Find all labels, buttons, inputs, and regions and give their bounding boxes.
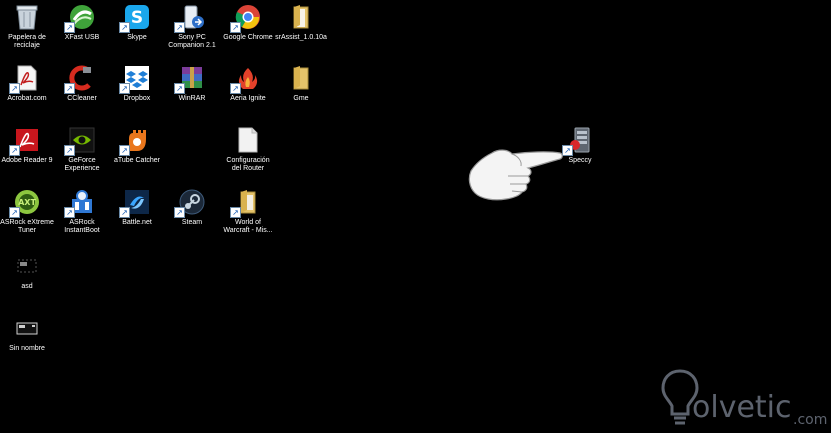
sony-pc-companion-shortcut[interactable]: ↗ Sony PC Companion 2.1 bbox=[161, 3, 223, 50]
steam-label: Steam bbox=[181, 219, 203, 226]
asrock-tuner-icon: AXT ↗ bbox=[9, 188, 42, 218]
shortcut-arrow-icon: ↗ bbox=[64, 145, 75, 156]
atube-catcher-label: aTube Catcher bbox=[113, 157, 161, 164]
shortcut-arrow-icon: ↗ bbox=[174, 22, 185, 33]
shortcut-arrow-icon: ↗ bbox=[230, 207, 241, 218]
desktop: Papelera de reciclaje ↗ XFast USB S ↗ Sk… bbox=[0, 0, 831, 433]
sin-nombre-label: Sin nombre bbox=[9, 345, 45, 352]
watermark-brand: olvetic bbox=[692, 390, 792, 425]
pointing-hand-icon bbox=[468, 147, 564, 208]
recycle-bin-icon bbox=[12, 3, 42, 31]
battlenet-icon: ↗ bbox=[119, 188, 152, 218]
atube-catcher-icon: ↗ bbox=[119, 126, 152, 156]
winrar-shortcut[interactable]: ↗ WinRAR bbox=[161, 64, 223, 103]
acrobat-com-icon: ↗ bbox=[9, 64, 42, 94]
shortcut-arrow-icon: ↗ bbox=[119, 145, 130, 156]
window-file-icon bbox=[12, 314, 42, 342]
shortcut-arrow-icon: ↗ bbox=[9, 207, 20, 218]
chrome-icon: ↗ bbox=[230, 3, 263, 33]
shortcut-arrow-icon: ↗ bbox=[64, 207, 75, 218]
shortcut-arrow-icon: ↗ bbox=[174, 83, 185, 94]
gme-folder[interactable]: Gme bbox=[270, 64, 332, 103]
dropbox-shortcut[interactable]: ↗ Dropbox bbox=[106, 64, 168, 103]
xfast-usb-shortcut[interactable]: ↗ XFast USB bbox=[51, 3, 113, 42]
asrock-instantboot-shortcut[interactable]: ↗ ASRock InstantBoot bbox=[51, 188, 113, 235]
winrar-icon: ↗ bbox=[174, 64, 207, 94]
document-icon bbox=[233, 126, 263, 154]
steam-icon: ↗ bbox=[174, 188, 207, 218]
sony-pc-companion-icon: ↗ bbox=[174, 3, 207, 33]
config-router-file[interactable]: Configuración del Router bbox=[217, 126, 279, 173]
svg-text:AXT: AXT bbox=[18, 198, 36, 207]
steam-shortcut[interactable]: ↗ Steam bbox=[161, 188, 223, 227]
watermark-domain: .com bbox=[793, 412, 828, 428]
asd-label: asd bbox=[21, 283, 33, 290]
wow-label: World of Warcraft - Mis... bbox=[223, 219, 273, 234]
geforce-icon: ↗ bbox=[64, 126, 97, 156]
shortcut-arrow-icon: ↗ bbox=[119, 22, 130, 33]
winrar-label: WinRAR bbox=[178, 95, 206, 102]
recycle-bin-shortcut[interactable]: Papelera de reciclaje bbox=[0, 3, 58, 50]
battlenet-shortcut[interactable]: ↗ Battle.net bbox=[106, 188, 168, 227]
sony-pc-companion-label: Sony PC Companion 2.1 bbox=[168, 34, 216, 49]
shortcut-arrow-icon: ↗ bbox=[119, 207, 130, 218]
skype-icon: S ↗ bbox=[119, 3, 152, 33]
config-router-label: Configuración del Router bbox=[226, 157, 270, 172]
geforce-experience-shortcut[interactable]: ↗ GeForce Experience bbox=[51, 126, 113, 173]
svg-text:S: S bbox=[131, 8, 143, 28]
ccleaner-shortcut[interactable]: ↗ CCleaner bbox=[51, 64, 113, 103]
folder-icon bbox=[286, 64, 316, 92]
shortcut-arrow-icon: ↗ bbox=[9, 83, 20, 94]
wow-shortcut[interactable]: ↗ World of Warcraft - Mis... bbox=[217, 188, 279, 235]
xfast-usb-icon: ↗ bbox=[64, 3, 97, 33]
ccleaner-icon: ↗ bbox=[64, 64, 97, 94]
aeria-ignite-icon: ↗ bbox=[230, 64, 263, 94]
atube-catcher-shortcut[interactable]: ↗ aTube Catcher bbox=[106, 126, 168, 165]
adobe-reader-icon: ↗ bbox=[9, 126, 42, 156]
shortcut-arrow-icon: ↗ bbox=[64, 83, 75, 94]
srassist-label: srAssist_1.0.10a bbox=[275, 34, 327, 41]
shortcut-arrow-icon: ↗ bbox=[64, 22, 75, 33]
shortcut-arrow-icon: ↗ bbox=[230, 83, 241, 94]
shortcut-file-icon bbox=[12, 252, 42, 280]
shortcut-arrow-icon: ↗ bbox=[9, 145, 20, 156]
dropbox-icon: ↗ bbox=[119, 64, 152, 94]
shortcut-arrow-icon: ↗ bbox=[174, 207, 185, 218]
gme-label: Gme bbox=[293, 95, 309, 102]
sin-nombre-shortcut[interactable]: Sin nombre bbox=[0, 314, 58, 353]
world-of-warcraft-folder-icon: ↗ bbox=[230, 188, 263, 218]
shortcut-arrow-icon: ↗ bbox=[230, 22, 241, 33]
shortcut-arrow-icon: ↗ bbox=[119, 83, 130, 94]
skype-shortcut[interactable]: S ↗ Skype bbox=[106, 3, 168, 42]
asrock-instantboot-icon: ↗ bbox=[64, 188, 97, 218]
folder-icon bbox=[286, 3, 316, 31]
speccy-icon: ↗ bbox=[562, 126, 595, 156]
asd-shortcut[interactable]: asd bbox=[0, 252, 58, 291]
srassist-folder[interactable]: srAssist_1.0.10a bbox=[270, 3, 332, 42]
